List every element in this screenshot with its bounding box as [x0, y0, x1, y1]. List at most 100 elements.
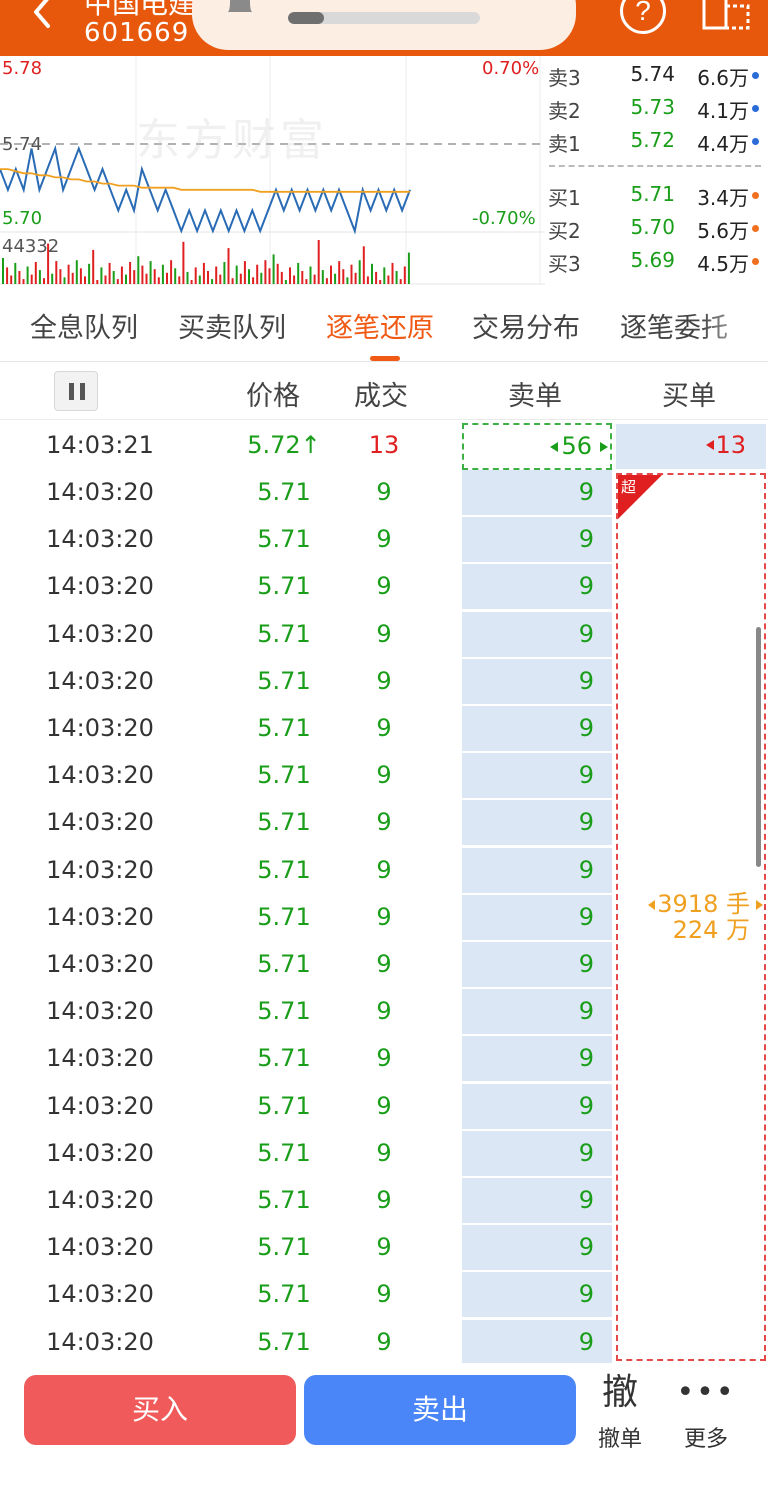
sell-order-cell[interactable]: 9 [462, 1225, 612, 1271]
buy-order-cell[interactable]: 13 [616, 424, 766, 469]
intraday-chart[interactable]: 东方财富 5.78 5.74 5.70 0.70% -0.70% 44332 [0, 56, 545, 286]
switch-screen-icon[interactable] [700, 0, 750, 32]
sell-order-cell[interactable]: 9 [462, 800, 612, 846]
volume-bar [38, 270, 41, 284]
deal-cell: 9 [376, 1186, 392, 1214]
volume-bar [346, 277, 349, 284]
level-volume: 5.6万 [697, 219, 749, 243]
sell-order-cell[interactable]: 9 [462, 1319, 612, 1363]
level-label: 买1 [548, 186, 581, 210]
volume-bar [403, 266, 406, 284]
deal-cell: 9 [376, 572, 392, 601]
price-cell: 5.71 [257, 572, 311, 601]
volume-bar [2, 258, 4, 284]
cancel-icon: 撤 [601, 1372, 638, 1413]
ask-level[interactable]: 卖3 5.74 6.6万 [545, 60, 768, 90]
cancel-order-button[interactable]: 撤 撤单 [588, 1371, 652, 1457]
volume-bar [129, 262, 132, 284]
big-order-lots: 3918 手 [657, 890, 750, 918]
more-button[interactable]: ••• 更多 [674, 1371, 738, 1457]
sell-order-cell[interactable]: 9 [462, 894, 612, 940]
sell-order-cell[interactable]: 9 [462, 470, 612, 515]
deal-cell: 9 [376, 808, 392, 837]
volume-bar [6, 267, 9, 284]
level-dot-icon [752, 225, 759, 232]
sell-order-cell[interactable]: 9 [462, 706, 612, 751]
tab-2[interactable]: 逐笔还原 [326, 306, 434, 345]
level-label: 卖3 [548, 66, 581, 90]
bid-level[interactable]: 买3 5.69 4.5万 [545, 246, 768, 276]
trade-table[interactable]: 14:03:21 5.72↑ 13 56 13 14:03:20 5.71 9 9 14… [0, 423, 768, 1363]
volume-bar [289, 267, 291, 284]
price-cell: 5.71 [257, 902, 311, 931]
buy-button[interactable]: 买入 [24, 1375, 296, 1445]
sell-order-value: 9 [578, 855, 594, 884]
sell-order-cell[interactable]: 9 [462, 658, 612, 704]
level-price: 5.69 [630, 248, 675, 272]
price-cell: 5.71 [257, 666, 311, 695]
time-cell: 14:03:20 [46, 619, 154, 648]
sell-order-cell[interactable]: 9 [462, 847, 612, 893]
volume-bar [166, 272, 168, 284]
sell-order-cell[interactable]: 9 [462, 1272, 612, 1318]
price-cell: 5.71 [257, 997, 311, 1026]
tab-3[interactable]: 交易分布 [472, 306, 580, 345]
time-cell: 14:03:20 [46, 950, 154, 978]
sell-order-cell[interactable]: 9 [462, 989, 612, 1035]
sell-button[interactable]: 卖出 [304, 1375, 576, 1445]
volume-bar [30, 274, 33, 284]
ask-level[interactable]: 卖1 5.72 4.4万 [545, 126, 768, 156]
volume-bar [186, 271, 189, 284]
deal-cell: 9 [376, 525, 392, 554]
price-cell: 5.71 [257, 1327, 311, 1356]
tab-1[interactable]: 买卖队列 [178, 306, 286, 345]
sell-order-value: 9 [578, 808, 594, 837]
bell-icon [222, 0, 258, 24]
sell-order-cell[interactable]: 9 [462, 753, 612, 799]
time-cell: 14:03:20 [46, 997, 154, 1026]
bid-level[interactable]: 买2 5.70 5.6万 [545, 213, 768, 243]
volume-bar [112, 271, 115, 284]
sell-order-cell[interactable]: 9 [462, 1036, 612, 1082]
header-sell: 卖单 [508, 381, 562, 412]
tab-0[interactable]: 全息队列 [30, 306, 138, 345]
sell-order-cell[interactable]: 56 [462, 423, 612, 470]
price-cell: 5.72↑ [247, 431, 321, 459]
volume-bar [243, 261, 246, 284]
volume-bar [407, 252, 410, 284]
pct-low-label: -0.70% [472, 208, 536, 229]
big-buy-order[interactable]: 超 3918 手 224 万 [616, 473, 766, 1361]
volume-bar [325, 278, 328, 284]
volume-bar [116, 279, 119, 284]
volume-bar [75, 260, 78, 284]
volume-bar [145, 273, 148, 284]
sell-order-cell[interactable]: 9 [462, 1083, 612, 1129]
sell-order-cell[interactable]: 9 [462, 1130, 612, 1176]
arrow-left-icon [648, 900, 655, 910]
pause-icon[interactable] [54, 371, 98, 411]
volume-bar [22, 279, 25, 284]
arrow-right-icon [600, 442, 608, 452]
sell-order-cell[interactable]: 9 [462, 1178, 612, 1223]
level-dot-icon [752, 258, 759, 265]
level-label: 卖1 [548, 132, 581, 156]
sell-order-cell[interactable]: 9 [462, 564, 612, 610]
volume-bar [161, 264, 164, 284]
help-icon[interactable]: ? [620, 0, 666, 34]
sell-order-cell[interactable]: 9 [462, 517, 612, 563]
level-price: 5.72 [630, 128, 675, 152]
sell-order-cell[interactable]: 9 [462, 611, 612, 657]
table-row[interactable]: 14:03:21 5.72↑ 13 56 13 [0, 423, 768, 470]
sell-order-cell[interactable]: 9 [462, 942, 612, 987]
back-arrow-icon[interactable] [24, 0, 60, 34]
arrow-left-icon [550, 442, 558, 452]
volume-bar [120, 266, 123, 284]
ask-level[interactable]: 卖2 5.73 4.1万 [545, 93, 768, 123]
deal-cell: 9 [376, 950, 392, 978]
volume-bar [55, 261, 58, 284]
volume-bar [59, 269, 62, 284]
deal-cell: 13 [368, 431, 400, 459]
bid-level[interactable]: 买1 5.71 3.4万 [545, 180, 768, 210]
scrollbar[interactable] [756, 627, 761, 867]
level-price: 5.73 [630, 95, 675, 119]
